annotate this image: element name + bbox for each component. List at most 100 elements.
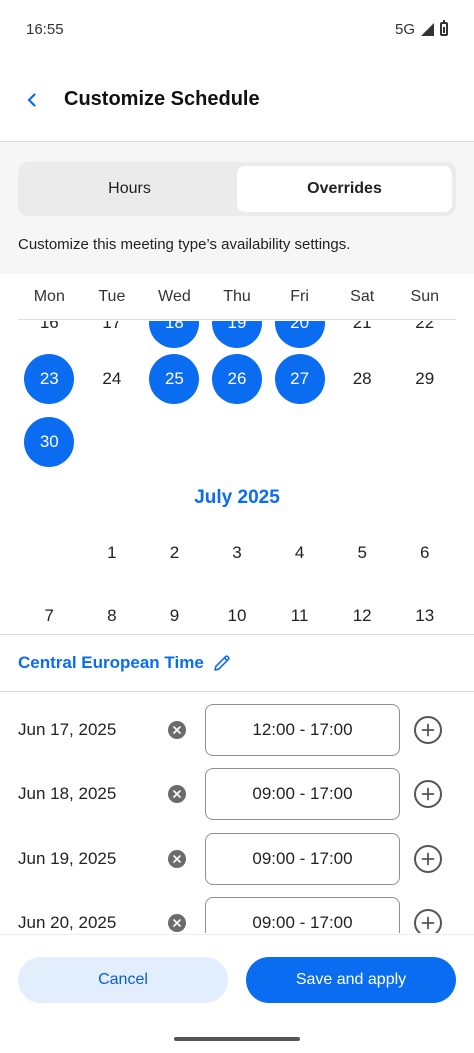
calendar-day[interactable]: 24 <box>87 354 137 404</box>
override-row: Jun 18, 2025 09:00 - 17:00 <box>0 768 474 820</box>
override-date: Jun 18, 2025 <box>18 784 117 803</box>
calendar-cell[interactable]: 6 <box>393 528 456 578</box>
clear-icon[interactable] <box>168 850 186 868</box>
override-row: Jun 20, 2025 09:00 - 17:00 <box>0 897 474 933</box>
calendar-day[interactable]: 20 <box>274 321 325 348</box>
calendar-day[interactable]: 25 <box>149 354 200 404</box>
calendar-day[interactable]: 22 <box>400 321 450 348</box>
tab-hours[interactable]: Hours <box>22 166 237 212</box>
calendar-cell[interactable]: 25 <box>143 354 206 404</box>
calendar-day[interactable]: 2 <box>149 528 199 578</box>
calendar-week: 23 24 25 26 27 28 29 <box>18 354 456 404</box>
calendar-day[interactable]: 21 <box>337 321 387 348</box>
calendar-cell[interactable]: 17 <box>81 321 144 348</box>
calendar-day[interactable]: 27 <box>274 354 325 404</box>
calendar-cell[interactable]: 3 <box>206 528 269 578</box>
calendar-day[interactable]: 13 <box>400 591 450 634</box>
app-header: Customize Schedule <box>0 58 474 142</box>
settings-band: Hours Overrides Customize this meeting t… <box>0 142 474 274</box>
calendar-day[interactable]: 11 <box>275 591 325 634</box>
plus-icon[interactable] <box>414 716 442 744</box>
cancel-button[interactable]: Cancel <box>18 957 228 1003</box>
chevron-left-icon <box>27 92 36 107</box>
calendar-cell[interactable]: 9 <box>143 591 206 634</box>
calendar-cell <box>81 417 144 467</box>
calendar-day[interactable]: 9 <box>149 591 199 634</box>
calendar-day[interactable]: 26 <box>212 354 263 404</box>
calendar-cell[interactable]: 7 <box>18 591 81 634</box>
calendar-week: 30 <box>18 417 456 467</box>
calendar-cell[interactable]: 4 <box>268 528 331 578</box>
calendar-day[interactable]: 7 <box>24 591 74 634</box>
save-and-apply-button[interactable]: Save and apply <box>246 957 456 1003</box>
clear-icon[interactable] <box>168 785 186 803</box>
weekday-label: Sun <box>410 287 439 305</box>
calendar-cell[interactable]: 16 <box>18 321 81 348</box>
calendar-day[interactable]: 3 <box>212 528 262 578</box>
calendar-day[interactable]: 16 <box>24 321 74 348</box>
segmented-control: Hours Overrides <box>18 162 456 216</box>
calendar-cell[interactable]: 8 <box>81 591 144 634</box>
override-time-field[interactable]: 12:00 - 17:00 <box>205 704 400 756</box>
calendar-cell[interactable]: 11 <box>268 591 331 634</box>
calendar-cell[interactable]: 27 <box>268 354 331 404</box>
override-date: Jun 19, 2025 <box>18 849 117 868</box>
plus-icon[interactable] <box>414 845 442 873</box>
override-time-field[interactable]: 09:00 - 17:00 <box>205 768 400 820</box>
timezone-row[interactable]: Central European Time <box>0 634 474 692</box>
calendar-day[interactable]: 28 <box>337 354 387 404</box>
clear-icon[interactable] <box>168 721 186 739</box>
calendar-day[interactable]: 6 <box>400 528 450 578</box>
calendar-day[interactable]: 30 <box>24 417 75 467</box>
override-time-field[interactable]: 09:00 - 17:00 <box>205 897 400 933</box>
calendar-cell[interactable]: 20 <box>268 321 331 348</box>
calendar-day[interactable]: 18 <box>149 321 200 348</box>
calendar-cell[interactable]: 5 <box>331 528 394 578</box>
calendar-cell[interactable]: 12 <box>331 591 394 634</box>
calendar-day[interactable]: 4 <box>275 528 325 578</box>
calendar-day[interactable]: 19 <box>212 321 263 348</box>
calendar-scroll[interactable]: 16 17 18 19 20 21 22 23 24 25 26 27 28 29 30 July 20… <box>18 321 456 634</box>
calendar-cell[interactable]: 2 <box>143 528 206 578</box>
calendar-empty <box>149 417 199 467</box>
calendar-day[interactable]: 5 <box>337 528 387 578</box>
clear-icon[interactable] <box>168 914 186 932</box>
calendar-cell[interactable]: 1 <box>81 528 144 578</box>
tab-overrides[interactable]: Overrides <box>237 166 452 212</box>
network-label: 5G <box>394 20 415 38</box>
calendar-day[interactable]: 12 <box>337 591 387 634</box>
calendar-cell[interactable]: 23 <box>18 354 81 404</box>
calendar-cell <box>18 528 81 578</box>
overrides-list[interactable]: Jun 17, 2025 12:00 - 17:00 Jun 18, 2025 … <box>0 693 474 933</box>
pencil-icon[interactable] <box>212 653 232 673</box>
calendar-day[interactable]: 10 <box>212 591 262 634</box>
calendar-day[interactable]: 8 <box>87 591 137 634</box>
page-title: Customize Schedule <box>64 88 260 110</box>
calendar-day[interactable]: 17 <box>87 321 137 348</box>
back-button[interactable] <box>0 58 64 142</box>
calendar-cell <box>331 417 394 467</box>
calendar-cell[interactable]: 24 <box>81 354 144 404</box>
calendar-week: 7 8 9 10 11 12 13 <box>18 591 456 634</box>
calendar-cell[interactable]: 18 <box>143 321 206 348</box>
calendar-cell[interactable]: 29 <box>393 354 456 404</box>
gesture-handle[interactable] <box>174 1037 300 1041</box>
calendar-cell[interactable]: 21 <box>331 321 394 348</box>
calendar-day[interactable]: 23 <box>24 354 75 404</box>
plus-icon[interactable] <box>414 780 442 808</box>
timezone-label[interactable]: Central European Time <box>18 653 204 673</box>
calendar-cell[interactable]: 10 <box>206 591 269 634</box>
calendar-cell <box>393 417 456 467</box>
calendar-cell[interactable]: 28 <box>331 354 394 404</box>
plus-icon[interactable] <box>414 909 442 933</box>
calendar-cell[interactable]: 13 <box>393 591 456 634</box>
calendar-day[interactable]: 29 <box>400 354 450 404</box>
calendar-cell[interactable]: 19 <box>206 321 269 348</box>
weekday-label: Wed <box>158 287 191 305</box>
calendar-day[interactable]: 1 <box>87 528 137 578</box>
calendar-cell[interactable]: 22 <box>393 321 456 348</box>
calendar-cell[interactable]: 30 <box>18 417 81 467</box>
override-time-field[interactable]: 09:00 - 17:00 <box>205 833 400 885</box>
calendar-cell[interactable]: 26 <box>206 354 269 404</box>
calendar-week: 16 17 18 19 20 21 22 <box>18 321 456 348</box>
